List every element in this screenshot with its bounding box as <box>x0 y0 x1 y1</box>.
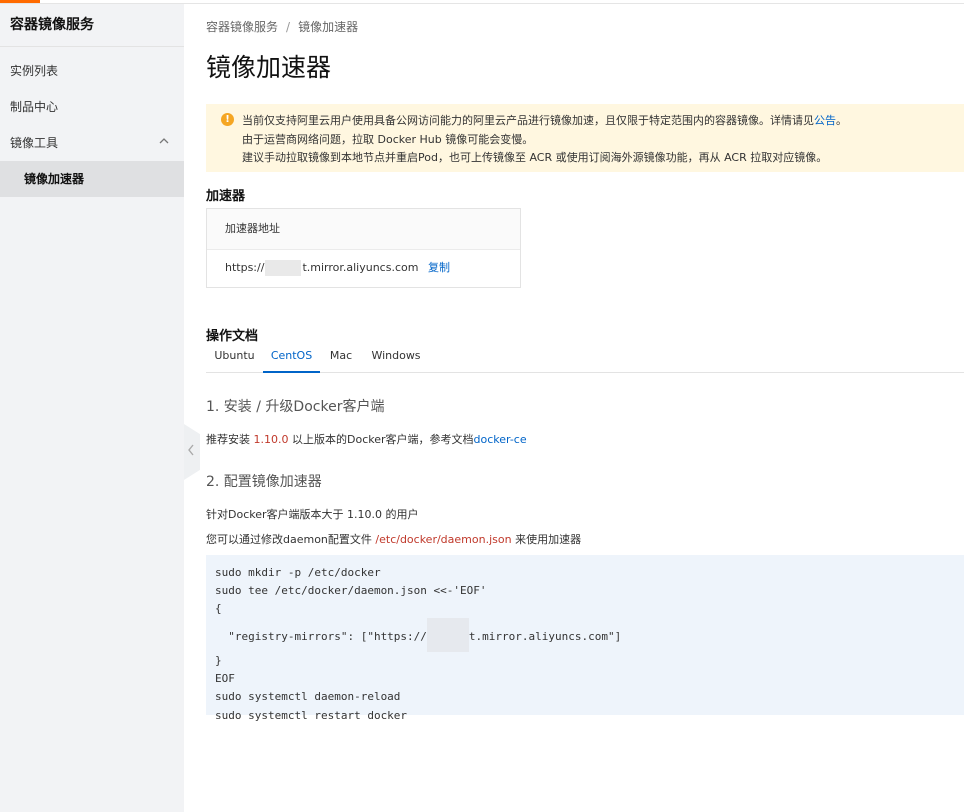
breadcrumb: 容器镜像服务 / 镜像加速器 <box>206 18 358 35</box>
sidebar-item-label: 制品中心 <box>10 100 59 114</box>
sidebar-item-label: 实例列表 <box>10 64 59 78</box>
notice-line-1: 当前仅支持阿里云用户使用具备公网访问能力的阿里云产品进行镜像加速，且仅限于特定范… <box>242 114 847 127</box>
code-text[interactable]: sudo mkdir -p /etc/docker sudo tee /etc/… <box>215 564 621 725</box>
accelerator-column-header: 加速器地址 <box>207 209 520 250</box>
config-path: /etc/docker/daemon.json <box>375 533 512 546</box>
copy-button[interactable]: 复制 <box>428 261 450 274</box>
step2-line-1: 针对Docker客户端版本大于 1.10.0 的用户 <box>206 508 419 521</box>
tab-windows[interactable]: Windows <box>366 348 426 371</box>
notice-line-3: 建议手动拉取镜像到本地节点并重启Pod，也可上传镜像至 ACR 或使用订阅海外源… <box>242 151 828 164</box>
sidebar-group-image-tools[interactable]: 镜像工具 <box>0 125 184 161</box>
step1-text: 推荐安装 1.10.0 以上版本的Docker客户端，参考文档docker-ce <box>206 433 527 446</box>
redacted-block <box>265 260 302 276</box>
accelerator-url: https://t.mirror.aliyuncs.com <box>225 260 419 276</box>
breadcrumb-separator: / <box>286 20 291 34</box>
code-block[interactable]: sudo mkdir -p /etc/docker sudo tee /etc/… <box>206 555 964 722</box>
tab-mac[interactable]: Mac <box>320 348 362 371</box>
sidebar-collapse-handle[interactable] <box>184 424 200 480</box>
sidebar-item-image-accelerator[interactable]: 镜像加速器 <box>0 161 184 197</box>
announcement-link[interactable]: 公告 <box>814 114 836 127</box>
sidebar-item-artifacts[interactable]: 制品中心 <box>0 89 184 125</box>
accelerator-table: 加速器地址 https://t.mirror.aliyuncs.com 复制 <box>206 208 521 288</box>
sidebar-item-label: 镜像工具 <box>10 136 59 150</box>
tab-ubuntu[interactable]: Ubuntu <box>206 348 263 371</box>
docs-section-title: 操作文档 <box>206 329 259 344</box>
notice-banner: ! 当前仅支持阿里云用户使用具备公网访问能力的阿里云产品进行镜像加速，且仅限于特… <box>206 104 964 172</box>
docs-tabs: Ubuntu CentOS Mac Windows <box>206 348 964 373</box>
version-highlight: 1.10.0 <box>253 433 289 446</box>
chevron-up-icon[interactable] <box>158 125 170 161</box>
chevron-left-icon <box>186 442 196 462</box>
breadcrumb-parent-link[interactable]: 容器镜像服务 <box>206 20 278 34</box>
step1-title: 1. 安装 / 升级Docker客户端 <box>206 399 385 415</box>
page-title: 镜像加速器 <box>206 53 332 82</box>
accelerator-section-title: 加速器 <box>206 189 246 204</box>
notice-line-2: 由于运营商网络问题，拉取 Docker Hub 镜像可能会变慢。 <box>242 132 534 146</box>
redacted-block <box>426 618 469 653</box>
warning-icon: ! <box>221 113 234 126</box>
step2-title: 2. 配置镜像加速器 <box>206 474 322 490</box>
sidebar: 容器镜像服务 实例列表 制品中心 镜像工具 镜像加速器 <box>0 4 184 812</box>
breadcrumb-current: 镜像加速器 <box>298 20 359 34</box>
docker-ce-link[interactable]: docker-ce <box>474 433 527 446</box>
accelerator-url-row: https://t.mirror.aliyuncs.com 复制 <box>207 250 520 286</box>
tab-centos[interactable]: CentOS <box>263 348 320 373</box>
sidebar-item-label: 镜像加速器 <box>24 172 85 186</box>
step2-line-2: 您可以通过修改daemon配置文件 /etc/docker/daemon.jso… <box>206 533 582 546</box>
sidebar-title: 容器镜像服务 <box>0 4 184 47</box>
sidebar-item-instances[interactable]: 实例列表 <box>0 53 184 89</box>
